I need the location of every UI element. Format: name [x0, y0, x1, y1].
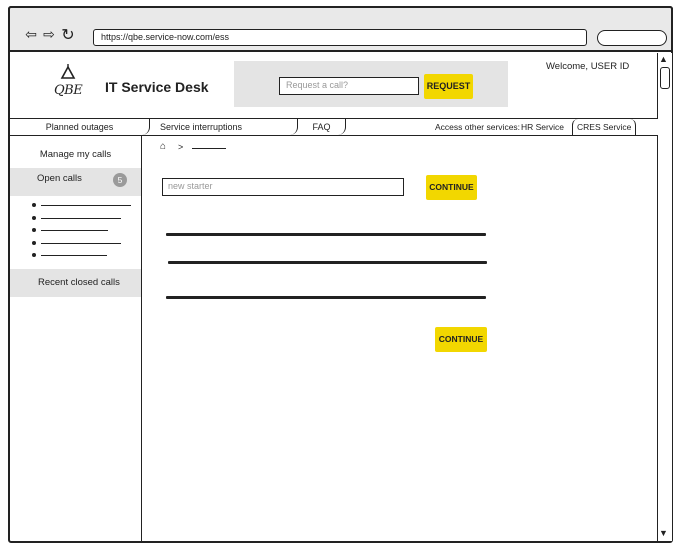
back-arrow-icon[interactable]: ⇦: [23, 28, 39, 42]
refresh-icon[interactable]: ↻: [60, 27, 76, 43]
scroll-thumb[interactable]: [660, 67, 670, 89]
menu-item-service-interruptions[interactable]: Service interruptions: [150, 119, 298, 135]
continue-button-bottom[interactable]: CONTINUE: [435, 327, 487, 352]
browser-search-box[interactable]: [597, 30, 667, 46]
cres-service-link[interactable]: CRES Service: [572, 119, 637, 135]
result-line: [166, 296, 486, 299]
menu-item-planned-outages[interactable]: Planned outages: [10, 119, 150, 135]
address-bar[interactable]: https://qbe.service-now.com/ess: [93, 29, 587, 46]
open-calls-label: Open calls: [37, 173, 82, 184]
list-item[interactable]: [32, 199, 142, 212]
open-calls-list: [32, 199, 142, 262]
forward-arrow-icon[interactable]: ⇨: [41, 28, 57, 42]
scrollbar[interactable]: ▲ ▼: [657, 53, 672, 541]
result-line: [168, 261, 487, 264]
breadcrumb-current: [192, 148, 226, 150]
menu-item-faq[interactable]: FAQ: [298, 119, 346, 135]
main-menu: Planned outages Service interruptions FA…: [10, 118, 658, 136]
list-item[interactable]: [32, 249, 142, 262]
page-title: IT Service Desk: [105, 79, 209, 95]
sidebar: Manage my calls Open calls 5 Recent clos…: [10, 135, 142, 541]
result-line: [166, 233, 486, 236]
scroll-down-icon[interactable]: ▼: [659, 529, 668, 538]
hr-service-link[interactable]: HR Service: [521, 119, 564, 135]
access-other-services-label: Access other services:: [435, 122, 521, 132]
scroll-up-icon[interactable]: ▲: [659, 55, 668, 64]
open-calls-count-badge: 5: [113, 173, 127, 187]
sidebar-item-recent-closed-calls[interactable]: Recent closed calls: [10, 269, 141, 297]
home-icon[interactable]: ⌂: [160, 142, 166, 152]
list-item[interactable]: [32, 237, 142, 250]
search-input[interactable]: new starter: [162, 178, 404, 196]
breadcrumb-separator: >: [178, 142, 184, 152]
logo-text: QBE: [54, 83, 83, 98]
request-call-input[interactable]: Request a call?: [279, 77, 419, 95]
welcome-user: Welcome, USER ID: [546, 61, 630, 72]
request-button[interactable]: REQUEST: [424, 74, 473, 99]
list-item[interactable]: [32, 212, 142, 225]
continue-button[interactable]: CONTINUE: [426, 175, 477, 200]
sidebar-item-open-calls[interactable]: Open calls 5: [10, 168, 141, 196]
sidebar-item-manage-calls[interactable]: Manage my calls: [10, 143, 141, 167]
list-item[interactable]: [32, 224, 142, 237]
